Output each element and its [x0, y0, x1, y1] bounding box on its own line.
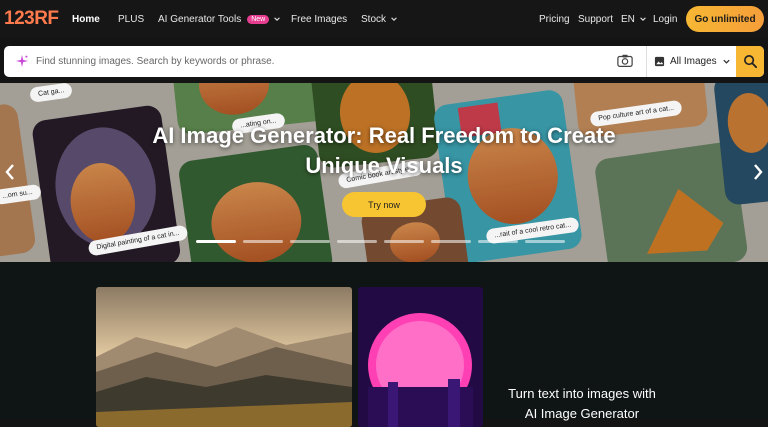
logo[interactable]: 123RF	[4, 8, 59, 29]
slide-indicator[interactable]	[478, 240, 518, 243]
synthwave-illustration	[358, 287, 483, 427]
nav-support-label: Support	[578, 13, 614, 25]
chevron-left-icon	[5, 164, 14, 180]
search-icon	[743, 55, 757, 69]
search-divider	[646, 46, 647, 77]
sparkle-icon	[15, 54, 29, 68]
image-type-label: All Images	[670, 56, 717, 67]
image-icon	[654, 56, 665, 67]
landscape-illustration	[96, 287, 352, 427]
nav-plus-label: PLUS	[118, 13, 145, 25]
slide-indicator[interactable]	[431, 240, 471, 243]
hero-prev-arrow[interactable]	[2, 161, 18, 183]
nav-plus[interactable]: PLUS	[118, 0, 144, 38]
feature-section: Turn text into images with AI Image Gene…	[0, 262, 768, 427]
nav-pricing[interactable]: Pricing	[539, 0, 570, 38]
slide-indicator[interactable]	[243, 240, 283, 243]
chevron-down-icon	[274, 17, 281, 21]
image-type-select[interactable]: All Images	[654, 46, 734, 77]
slide-indicator[interactable]	[196, 240, 236, 243]
new-badge: New	[247, 14, 270, 24]
feature-heading-line2: AI Image Generator	[524, 406, 640, 421]
hero-banner: Cat ga... ...ating on... ...om su... Dig…	[0, 83, 768, 262]
nav-ai-label: AI Generator Tools	[158, 13, 242, 25]
nav-free-images[interactable]: Free Images	[291, 0, 347, 38]
feature-heading-line1: Turn text into images with	[508, 386, 656, 401]
nav-stock[interactable]: Stock	[361, 0, 398, 38]
nav-pricing-label: Pricing	[539, 13, 570, 25]
feature-heading: Turn text into images with AI Image Gene…	[492, 384, 672, 424]
chevron-right-icon	[754, 164, 763, 180]
nav-login[interactable]: Login	[653, 0, 677, 38]
try-now-button[interactable]: Try now	[342, 192, 426, 217]
slide-indicator[interactable]	[337, 240, 377, 243]
nav-free-label: Free Images	[291, 13, 348, 25]
hero-slide-indicators	[196, 240, 565, 243]
chevron-down-icon	[723, 59, 730, 64]
camera-icon[interactable]	[616, 53, 634, 69]
top-nav: 123RF Home PLUS AI Generator Tools New F…	[0, 0, 768, 38]
chevron-down-icon	[640, 17, 646, 21]
slide-indicator[interactable]	[290, 240, 330, 243]
slide-indicator[interactable]	[384, 240, 424, 243]
hero-next-arrow[interactable]	[750, 161, 766, 183]
language-selector[interactable]: EN	[621, 0, 647, 38]
go-unlimited-button[interactable]: Go unlimited	[686, 6, 764, 32]
language-label: EN	[621, 13, 635, 25]
slide-indicator[interactable]	[525, 240, 565, 243]
landscape-image	[96, 287, 352, 427]
nav-stock-label: Stock	[361, 13, 387, 25]
nav-home-label: Home	[72, 13, 100, 25]
nav-login-label: Login	[653, 13, 678, 25]
nav-support[interactable]: Support	[578, 0, 613, 38]
search-button[interactable]	[736, 46, 764, 77]
search-input[interactable]	[36, 46, 606, 77]
nav-ai-generator-tools[interactable]: AI Generator Tools New	[158, 0, 281, 38]
chevron-down-icon	[391, 17, 397, 21]
synthwave-image	[358, 287, 483, 427]
hero-title: AI Image Generator: Real Freedom to Crea…	[152, 123, 616, 178]
nav-home[interactable]: Home	[72, 0, 100, 38]
search-bar: All Images	[4, 46, 764, 77]
